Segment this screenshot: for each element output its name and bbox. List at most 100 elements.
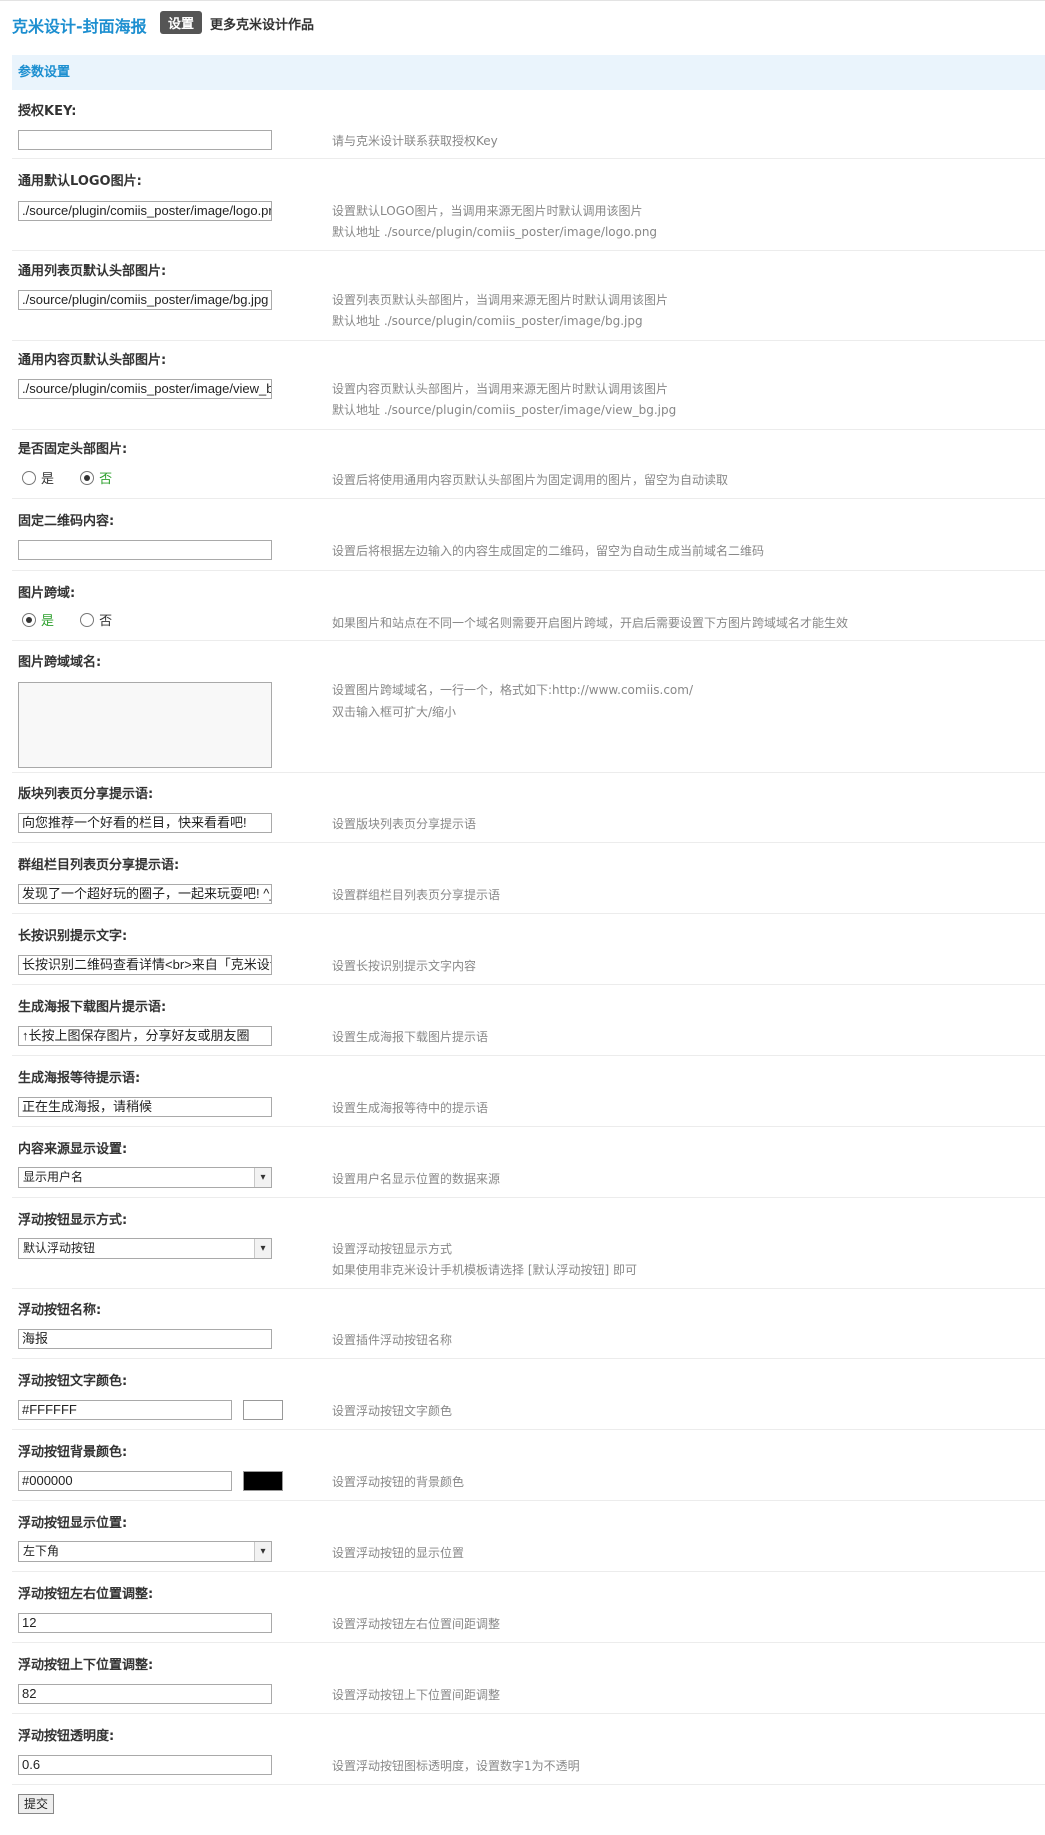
- row-download-tip: 生成海报下载图片提示语: ↑长按上图保存图片，分享好友或朋友圈 设置生成海报下载…: [12, 996, 1045, 1056]
- radio-label: 是: [41, 614, 55, 629]
- field-desc: 设置生成海报等待中的提示语: [332, 1101, 489, 1115]
- field-label: 长按识别提示文字:: [18, 929, 128, 944]
- group-share-input[interactable]: 发现了一个超好玩的圈子，一起来玩耍吧! ^_^: [18, 884, 272, 904]
- row-long-press: 长按识别提示文字: 长按识别二维码查看详情<br>来自「克米设计」 设置长按识别…: [12, 925, 1045, 985]
- row-float-mode: 浮动按钮显示方式: 默认浮动按钮 ▾ 设置浮动按钮显示方式 如果使用非克米设计手…: [12, 1209, 1045, 1289]
- float-opacity-input[interactable]: 0.6: [18, 1755, 272, 1775]
- submit-button[interactable]: 提交: [18, 1794, 54, 1814]
- row-waiting-tip: 生成海报等待提示语: 正在生成海报，请稍候 设置生成海报等待中的提示语: [12, 1067, 1045, 1127]
- app-title[interactable]: 克米设计-封面海报: [12, 13, 147, 37]
- row-logo: 通用默认LOGO图片: ./source/plugin/comiis_poste…: [12, 170, 1045, 251]
- chevron-down-icon: ▾: [254, 1239, 271, 1258]
- field-label: 固定二维码内容:: [18, 514, 115, 529]
- field-label: 图片跨域域名:: [18, 655, 102, 670]
- long-press-input[interactable]: 长按识别二维码查看详情<br>来自「克米设计」: [18, 955, 272, 975]
- field-desc: 设置长按识别提示文字内容: [332, 959, 477, 973]
- field-desc: 设置浮动按钮显示方式: [332, 1242, 453, 1256]
- field-desc: 设置插件浮动按钮名称: [332, 1333, 453, 1347]
- float-lr-input[interactable]: 12: [18, 1613, 272, 1633]
- fixed-qr-input[interactable]: [18, 540, 272, 560]
- select-value: 左下角: [23, 1544, 60, 1558]
- row-view-header: 通用内容页默认头部图片: ./source/plugin/comiis_post…: [12, 349, 1045, 430]
- float-bg-color-input[interactable]: #000000: [18, 1471, 232, 1491]
- row-fixed-header: 是否固定头部图片: 是 否 设置后将使用通用内容页默认头部图片为固定调用的图片，…: [12, 438, 1045, 499]
- float-text-color-input[interactable]: #FFFFFF: [18, 1400, 232, 1420]
- row-fixed-qr: 固定二维码内容: 设置后将根据左边输入的内容生成固定的二维码，留空为自动生成当前…: [12, 510, 1045, 571]
- field-desc: 设置浮动按钮上下位置间距调整: [332, 1688, 501, 1702]
- color-swatch[interactable]: [243, 1400, 283, 1420]
- field-desc: 设置浮动按钮图标透明度，设置数字1为不透明: [332, 1759, 580, 1773]
- field-desc: 设置后将使用通用内容页默认头部图片为固定调用的图片，留空为自动读取: [332, 473, 729, 487]
- radio-label: 否: [99, 472, 113, 487]
- field-desc: 设置生成海报下载图片提示语: [332, 1030, 489, 1044]
- field-label: 内容来源显示设置:: [18, 1142, 128, 1157]
- field-desc: 设置内容页默认头部图片，当调用来源无图片时默认调用该图片: [332, 382, 669, 396]
- field-desc: 双击输入框可扩大/缩小: [332, 705, 457, 719]
- field-label: 生成海报下载图片提示语:: [18, 1000, 167, 1015]
- field-desc: 设置图片跨域域名，一行一个，格式如下:http://www.comiis.com…: [332, 683, 693, 697]
- radio-label: 是: [41, 472, 55, 487]
- row-float-ud: 浮动按钮上下位置调整: 82 设置浮动按钮上下位置间距调整: [12, 1654, 1045, 1714]
- field-desc: 设置浮动按钮文字颜色: [332, 1404, 453, 1418]
- field-desc: 设置群组栏目列表页分享提示语: [332, 888, 501, 902]
- field-label: 生成海报等待提示语:: [18, 1071, 141, 1086]
- download-tip-input[interactable]: ↑长按上图保存图片，分享好友或朋友圈: [18, 1026, 272, 1046]
- field-desc: 设置列表页默认头部图片，当调用来源无图片时默认调用该图片: [332, 293, 669, 307]
- field-label: 浮动按钮文字颜色:: [18, 1374, 128, 1389]
- row-float-text-color: 浮动按钮文字颜色: #FFFFFF 设置浮动按钮文字颜色: [12, 1370, 1045, 1430]
- row-float-position: 浮动按钮显示位置: 左下角 ▾ 设置浮动按钮的显示位置: [12, 1512, 1045, 1572]
- forum-share-input[interactable]: 向您推荐一个好看的栏目，快来看看吧!: [18, 813, 272, 833]
- section-title: 参数设置: [12, 55, 1045, 90]
- float-mode-select[interactable]: 默认浮动按钮 ▾: [18, 1238, 272, 1259]
- fixed-header-radio-group: 是 否: [22, 468, 134, 487]
- float-ud-input[interactable]: 82: [18, 1684, 272, 1704]
- row-group-share: 群组栏目列表页分享提示语: 发现了一个超好玩的圈子，一起来玩耍吧! ^_^ 设置…: [12, 854, 1045, 914]
- top-bar: 克米设计-封面海报 设置 更多克米设计作品: [0, 0, 1045, 45]
- radio-no[interactable]: [80, 470, 95, 485]
- field-desc: 设置后将根据左边输入的内容生成固定的二维码，留空为自动生成当前域名二维码: [332, 544, 765, 558]
- float-position-select[interactable]: 左下角 ▾: [18, 1541, 272, 1562]
- field-desc: 默认地址 ./source/plugin/comiis_poster/image…: [332, 403, 677, 417]
- tab-settings[interactable]: 设置: [160, 11, 203, 34]
- field-label: 浮动按钮背景颜色:: [18, 1445, 128, 1460]
- list-header-input[interactable]: ./source/plugin/comiis_poster/image/bg.j…: [18, 290, 272, 310]
- row-float-lr: 浮动按钮左右位置调整: 12 设置浮动按钮左右位置间距调整: [12, 1583, 1045, 1643]
- auth-key-input[interactable]: [18, 130, 272, 150]
- field-label: 浮动按钮名称:: [18, 1303, 102, 1318]
- row-auth-key: 授权KEY: 请与克米设计联系获取授权Key: [12, 100, 1045, 159]
- row-forum-share: 版块列表页分享提示语: 向您推荐一个好看的栏目，快来看看吧! 设置版块列表页分享…: [12, 783, 1045, 843]
- field-desc: 设置用户名显示位置的数据来源: [332, 1172, 501, 1186]
- row-list-header: 通用列表页默认头部图片: ./source/plugin/comiis_post…: [12, 260, 1045, 341]
- waiting-tip-input[interactable]: 正在生成海报，请稍候: [18, 1097, 272, 1117]
- cross-domain-textarea[interactable]: [18, 682, 272, 768]
- field-desc: 设置版块列表页分享提示语: [332, 817, 477, 831]
- source-display-select[interactable]: 显示用户名 ▾: [18, 1167, 272, 1188]
- field-label: 浮动按钮透明度:: [18, 1729, 115, 1744]
- field-label: 浮动按钮显示方式:: [18, 1213, 128, 1228]
- field-desc: 设置浮动按钮左右位置间距调整: [332, 1617, 501, 1631]
- chevron-down-icon: ▾: [254, 1542, 271, 1561]
- float-name-input[interactable]: 海报: [18, 1329, 272, 1349]
- radio-yes[interactable]: [22, 612, 36, 627]
- row-source-display: 内容来源显示设置: 显示用户名 ▾ 设置用户名显示位置的数据来源: [12, 1138, 1045, 1198]
- view-header-input[interactable]: ./source/plugin/comiis_poster/image/view…: [18, 379, 272, 399]
- field-desc: 默认地址 ./source/plugin/comiis_poster/image…: [332, 314, 643, 328]
- row-cross-domain-names: 图片跨域域名: 设置图片跨域域名，一行一个，格式如下:http://www.co…: [12, 651, 1045, 773]
- field-label: 浮动按钮上下位置调整:: [18, 1658, 154, 1673]
- field-desc: 设置浮动按钮的显示位置: [332, 1546, 465, 1560]
- radio-yes[interactable]: [22, 470, 36, 485]
- field-label: 通用内容页默认头部图片:: [18, 353, 167, 368]
- radio-label: 否: [99, 614, 113, 629]
- tab-more-works[interactable]: 更多克米设计作品: [210, 14, 314, 33]
- chevron-down-icon: ▾: [254, 1168, 271, 1187]
- field-desc: 设置浮动按钮的背景颜色: [332, 1475, 465, 1489]
- logo-input[interactable]: ./source/plugin/comiis_poster/image/logo…: [18, 201, 272, 221]
- select-value: 显示用户名: [23, 1170, 84, 1184]
- field-label: 版块列表页分享提示语:: [18, 787, 154, 802]
- field-desc: 请与克米设计联系获取授权Key: [332, 134, 498, 148]
- field-desc: 如果图片和站点在不同一个域名则需要开启图片跨域，开启后需要设置下方图片跨域域名才…: [332, 616, 849, 630]
- field-desc: 如果使用非克米设计手机模板请选择 [默认浮动按钮] 即可: [332, 1263, 637, 1277]
- field-label: 是否固定头部图片:: [18, 442, 128, 457]
- color-swatch[interactable]: [243, 1471, 283, 1491]
- radio-no[interactable]: [80, 612, 95, 627]
